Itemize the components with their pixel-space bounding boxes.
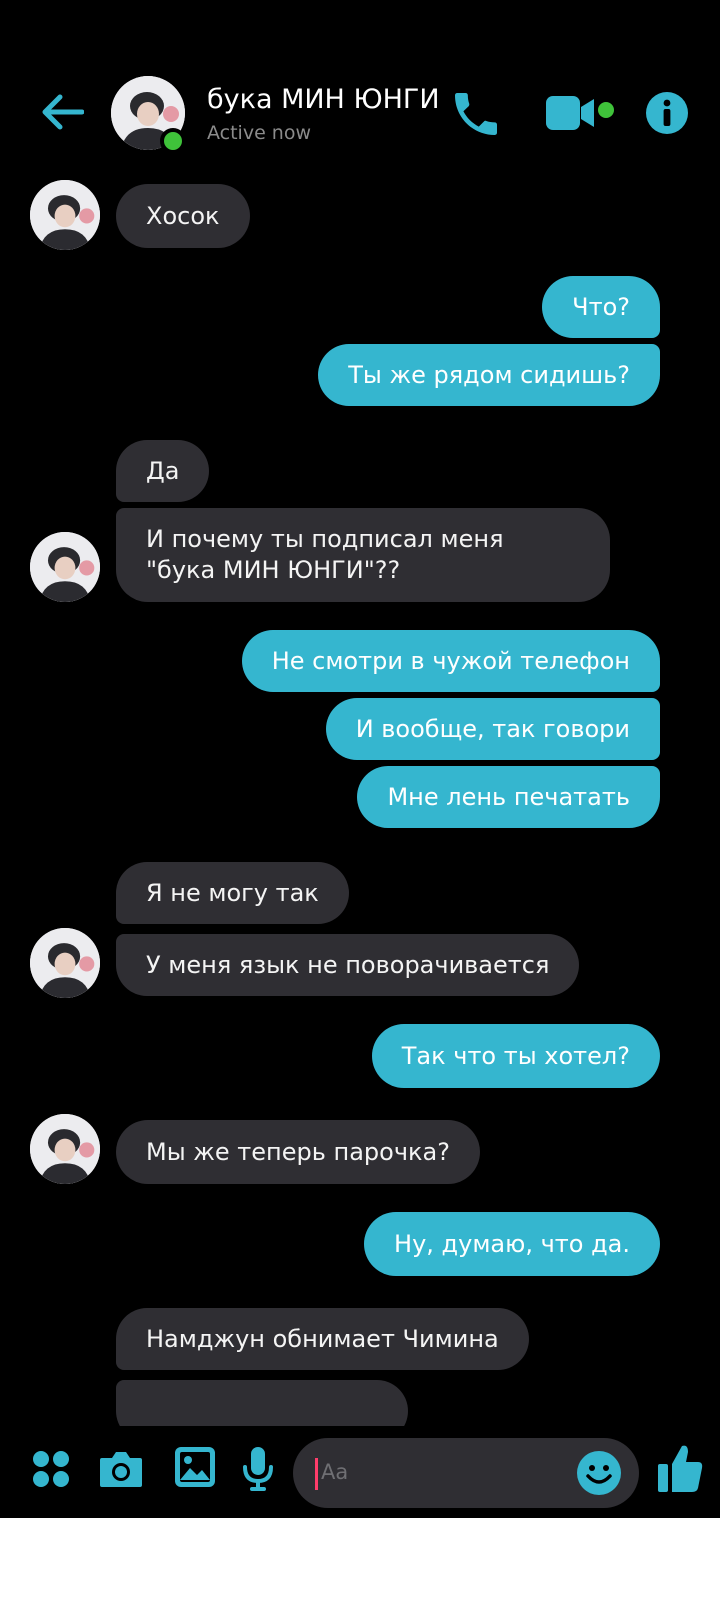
online-indicator <box>160 128 186 154</box>
outgoing-message[interactable]: Мне лень печатать <box>357 766 660 828</box>
incoming-message[interactable]: У меня язык не поворачивается <box>116 934 580 996</box>
info-icon <box>646 92 688 134</box>
back-arrow-icon <box>42 94 84 130</box>
incoming-message[interactable]: Да <box>116 440 210 502</box>
chat-screen: бука МИН ЮНГИ Active now Хосок Что? Ты ж… <box>0 0 720 1518</box>
apps-button[interactable] <box>28 1446 74 1492</box>
info-button[interactable] <box>644 90 690 136</box>
outgoing-message[interactable]: Ну, думаю, что да. <box>364 1212 660 1276</box>
gallery-button[interactable] <box>172 1444 218 1490</box>
emoji-button[interactable] <box>576 1450 622 1496</box>
sender-avatar[interactable] <box>30 1114 100 1184</box>
video-camera-icon <box>546 96 614 130</box>
incoming-message[interactable]: Я не могу так <box>116 862 349 924</box>
sender-avatar[interactable] <box>30 928 100 998</box>
sender-avatar[interactable] <box>30 180 100 250</box>
incoming-message[interactable]: И почему ты подписал меня "бука МИН ЮНГИ… <box>116 508 610 602</box>
emoji-icon <box>577 1451 621 1495</box>
outgoing-message[interactable]: Так что ты хотел? <box>371 1024 660 1088</box>
message-input[interactable]: Aa <box>293 1438 639 1508</box>
gallery-icon <box>175 1447 215 1487</box>
outgoing-message[interactable]: Не смотри в чужой телефон <box>241 630 660 692</box>
outgoing-message[interactable]: Ты же рядом сидишь? <box>318 344 660 406</box>
incoming-message[interactable]: Намджун обнимает Чимина <box>116 1308 529 1370</box>
video-call-button[interactable] <box>544 92 624 136</box>
contact-status: Active now <box>207 122 312 144</box>
outgoing-message[interactable]: И вообще, так говори <box>325 698 660 760</box>
thumbs-up-icon <box>658 1445 703 1492</box>
apps-grid-icon <box>33 1451 69 1487</box>
phone-icon <box>455 93 497 135</box>
camera-icon <box>100 1452 142 1487</box>
sender-avatar[interactable] <box>30 532 100 602</box>
chat-header: бука МИН ЮНГИ Active now <box>0 68 720 158</box>
input-placeholder: Aa <box>321 1460 349 1484</box>
text-caret <box>315 1458 318 1490</box>
audio-call-button[interactable] <box>448 86 504 142</box>
back-button[interactable] <box>38 88 86 136</box>
message-composer: Aa <box>0 1426 720 1518</box>
microphone-icon <box>243 1447 273 1491</box>
outgoing-message[interactable]: Что? <box>542 276 660 338</box>
voice-button[interactable] <box>240 1442 276 1496</box>
contact-name[interactable]: бука МИН ЮНГИ <box>207 84 440 115</box>
incoming-message[interactable]: Мы же теперь парочка? <box>116 1120 480 1184</box>
camera-button[interactable] <box>96 1444 146 1494</box>
incoming-message[interactable]: Хосок <box>116 184 250 248</box>
like-button[interactable] <box>654 1438 706 1498</box>
